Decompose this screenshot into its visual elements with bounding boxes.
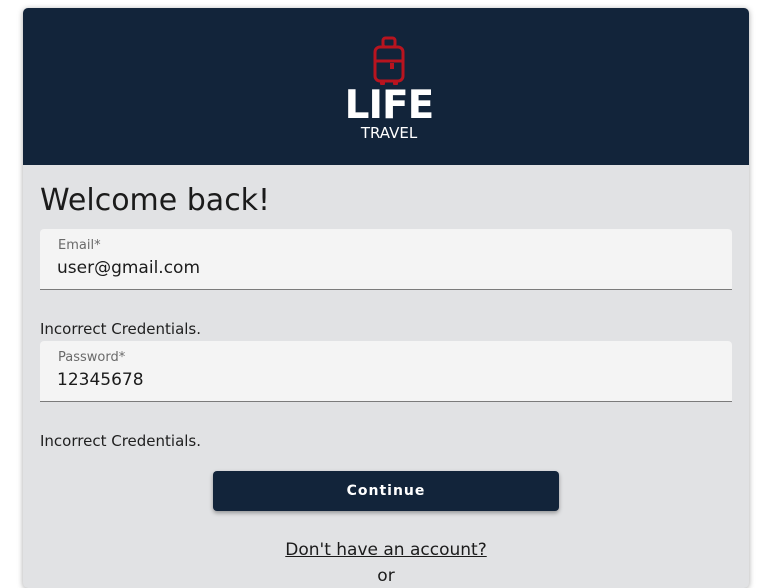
page-title: Welcome back! (40, 183, 271, 218)
email-input[interactable] (57, 257, 717, 279)
brand-header: LIFE TRAVEL (23, 8, 749, 165)
luggage-icon (373, 36, 405, 85)
email-field[interactable]: Email* (40, 229, 732, 290)
password-field[interactable]: Password* (40, 341, 732, 402)
logo: LIFE TRAVEL (343, 36, 435, 148)
signup-link[interactable]: Don't have an account? (23, 539, 749, 561)
login-card: LIFE TRAVEL Welcome back! Email* Incorre… (23, 8, 749, 588)
logo-subtitle: TRAVEL (360, 124, 418, 142)
email-field-label: Email* (58, 238, 101, 253)
or-divider-text: or (377, 566, 395, 586)
password-input[interactable] (57, 369, 717, 391)
email-error-text: Incorrect Credentials. (40, 320, 202, 338)
logo-wordmark: LIFE (344, 83, 435, 128)
password-error-text: Incorrect Credentials. (40, 432, 202, 450)
password-field-label: Password* (58, 350, 126, 365)
continue-button[interactable]: Continue (213, 471, 559, 511)
